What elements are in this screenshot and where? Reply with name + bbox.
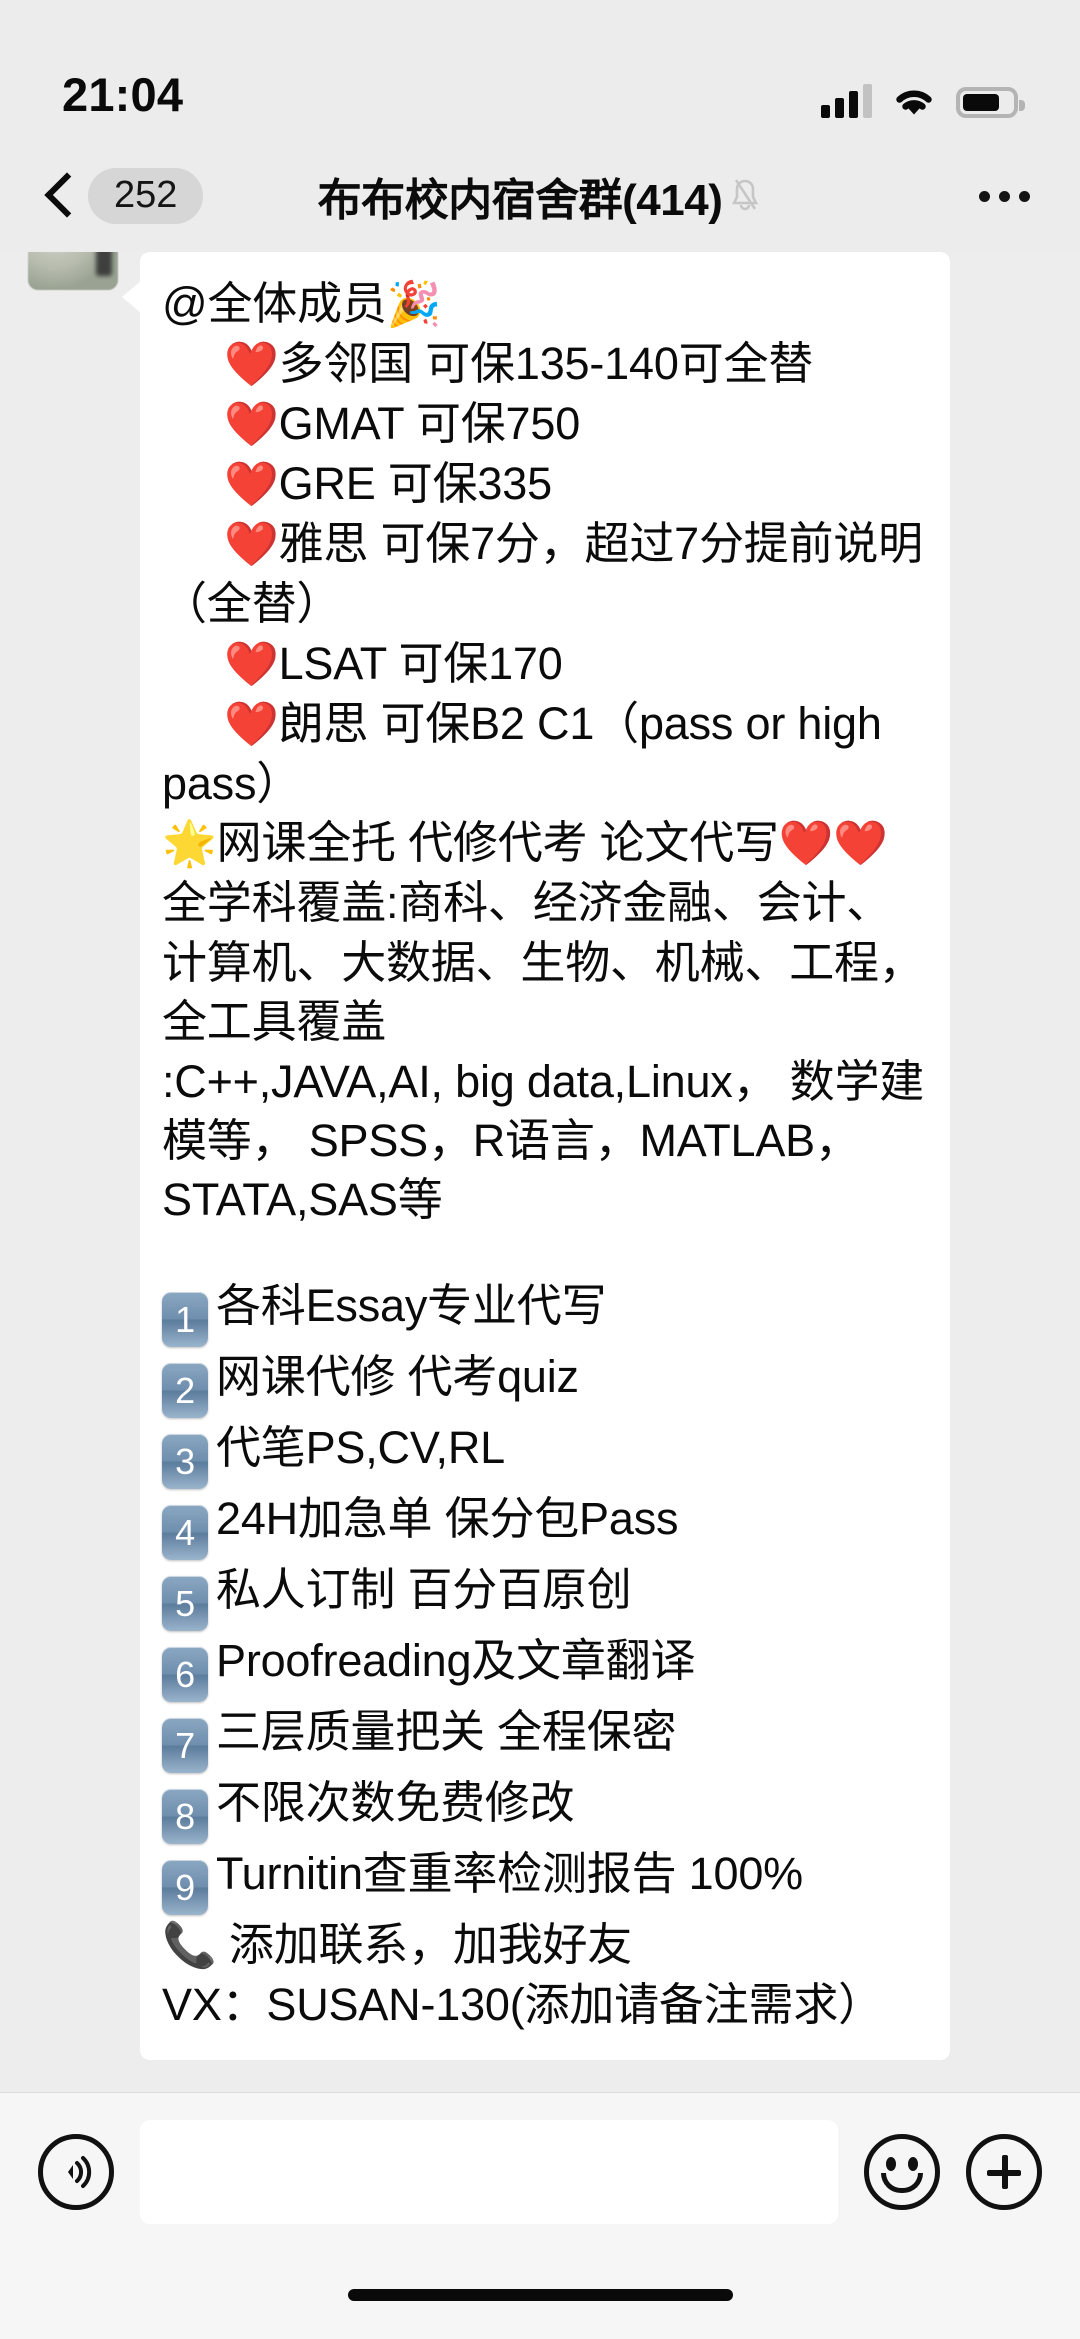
list-item-text: 三层质量把关 全程保密 (216, 1705, 677, 1757)
battery-icon (956, 87, 1025, 118)
msg-lsat-text: LSAT 可保170 (278, 637, 563, 689)
message-bubble[interactable]: @全体成员🎉 ❤️多邻国 可保135-140可全替 ❤️GMAT 可保750 ❤… (140, 252, 950, 2061)
list-item: 9 Turnitin查重率检测报告 100% (162, 1844, 926, 1915)
list-item-text: 网课代修 代考quiz (216, 1350, 579, 1402)
message-row: @全体成员🎉 ❤️多邻国 可保135-140可全替 ❤️GMAT 可保750 ❤… (0, 252, 1080, 2061)
voice-input-icon[interactable] (38, 2133, 114, 2210)
heart-icon: ❤️ (224, 400, 279, 450)
back-chevron-icon[interactable] (42, 170, 76, 222)
msg-line-duolingo: ❤️多邻国 可保135-140可全替 (162, 334, 926, 394)
list-item: 8 不限次数免费修改 (162, 1773, 926, 1844)
msg-line-services: 🌟网课全托 代修代考 论文代写❤️❤️ (162, 813, 926, 873)
list-item-text: 代笔PS,CV,RL (216, 1421, 505, 1473)
msg-line-vx: VX：SUSAN-130(添加请备注需求） (162, 1978, 883, 2030)
wifi-icon (891, 84, 937, 118)
list-item-text: Proofreading及文章翻译 (216, 1634, 696, 1686)
nav-bar: 252 布布校内宿舍群(414) (0, 140, 1080, 252)
list-item: 7 三层质量把关 全程保密 (162, 1702, 926, 1773)
list-item-text: 各科Essay专业代写 (216, 1279, 607, 1331)
bell-muted-icon (728, 176, 762, 216)
msg-line-subjects: 全学科覆盖:商科、经济金融、会计、计算机、大数据、生物、机械、工程，全工具覆盖 (162, 877, 924, 1048)
keycap-number-icon: 6 (162, 1646, 208, 1702)
list-item: 5 私人订制 百分百原创 (162, 1560, 926, 1631)
msg-line-contact: 📞 添加联系，加我好友 (162, 1915, 926, 1975)
msg-duolingo-text: 多邻国 可保135-140可全替 (278, 338, 814, 390)
msg-at-all-text: @全体成员 (162, 278, 387, 329)
msg-line-at-all: @全体成员🎉 (162, 274, 926, 334)
nav-back-group[interactable]: 252 (42, 168, 204, 224)
phone-screen: 21:04 252 布布校内宿舍群(414) @全体成员🎉 ❤️多邻国 可保13… (0, 0, 1080, 2339)
home-indicator-area (0, 2250, 1080, 2339)
list-item: 6 Proofreading及文章翻译 (162, 1631, 926, 1702)
list-item: 1 各科Essay专业代写 (162, 1276, 926, 1347)
msg-gre-text: GRE 可保335 (278, 458, 553, 510)
heart-icon-pair: ❤️❤️ (778, 819, 888, 869)
smiley-face-icon[interactable] (864, 2133, 940, 2210)
glowing-star-icon: 🌟 (162, 819, 217, 869)
bubble-tail (122, 280, 142, 314)
smiley-eye-left (886, 2156, 896, 2171)
unread-count-badge[interactable]: 252 (88, 168, 204, 224)
keycap-number-icon: 8 (162, 1788, 208, 1844)
battery-fill (963, 94, 999, 111)
msg-services-text: 网课全托 代修代考 论文代写 (216, 817, 779, 869)
message-bubble-wrapper: @全体成员🎉 ❤️多邻国 可保135-140可全替 ❤️GMAT 可保750 ❤… (122, 252, 950, 2061)
heart-icon: ❤️ (224, 340, 279, 390)
smiley-eye-right (908, 2156, 918, 2171)
sender-avatar[interactable] (28, 252, 118, 290)
list-item-text: 24H加急单 保分包Pass (216, 1492, 679, 1544)
smiley-mouth (881, 2172, 923, 2193)
message-input-field[interactable] (140, 2119, 838, 2224)
message-input-bar (0, 2092, 1080, 2250)
heart-icon: ❤️ (224, 699, 279, 749)
msg-contact-text: 添加联系，加我好友 (228, 1918, 633, 1970)
list-item: 2 网课代修 代考quiz (162, 1347, 926, 1418)
signal-bars-icon (821, 84, 872, 118)
msg-gmat-text: GMAT 可保750 (278, 398, 581, 450)
page-title: 布布校内宿舍群(414) (317, 176, 723, 225)
heart-icon: ❤️ (224, 520, 279, 570)
keycap-number-icon: 4 (162, 1504, 208, 1560)
list-item-text: Turnitin查重率检测报告 100% (216, 1847, 803, 1899)
msg-line-gre: ❤️GRE 可保335 (162, 454, 926, 514)
chat-scroll-area[interactable]: @全体成员🎉 ❤️多邻国 可保135-140可全替 ❤️GMAT 可保750 ❤… (0, 252, 1080, 2092)
plus-icon[interactable] (966, 2133, 1042, 2210)
keycap-number-icon: 1 (162, 1291, 208, 1347)
keycap-number-icon: 5 (162, 1575, 208, 1631)
list-item-text: 私人订制 百分百原创 (216, 1563, 632, 1615)
keycap-number-icon: 2 (162, 1362, 208, 1418)
keycap-number-icon: 9 (162, 1859, 208, 1915)
telephone-receiver-icon: 📞 (162, 1920, 217, 1970)
keycap-number-icon: 3 (162, 1433, 208, 1489)
heart-icon: ❤️ (224, 639, 279, 689)
more-options-icon[interactable] (979, 190, 1030, 202)
home-indicator[interactable] (347, 2288, 733, 2301)
status-bar: 21:04 (0, 0, 1080, 140)
status-time: 21:04 (62, 68, 184, 121)
msg-line-lsat: ❤️LSAT 可保170 (162, 634, 926, 694)
msg-line-ielts: ❤️雅思 可保7分，超过7分提前说明（全替） (162, 514, 926, 633)
party-popper-icon: 🎉 (386, 280, 442, 329)
msg-line-tools: :C++,JAVA,AI, big data,Linux， 数学建模等， SPS… (162, 1055, 925, 1226)
msg-line-gmat: ❤️GMAT 可保750 (162, 394, 926, 454)
keycap-number-icon: 7 (162, 1717, 208, 1773)
status-icons (821, 72, 1025, 118)
msg-line-lanthorne: ❤️朗思 可保B2 C1（pass or high pass） (162, 694, 926, 813)
list-item: 4 24H加急单 保分包Pass (162, 1489, 926, 1560)
heart-icon: ❤️ (224, 460, 279, 510)
list-item-text: 不限次数免费修改 (216, 1776, 575, 1828)
list-item: 3 代笔PS,CV,RL (162, 1418, 926, 1489)
